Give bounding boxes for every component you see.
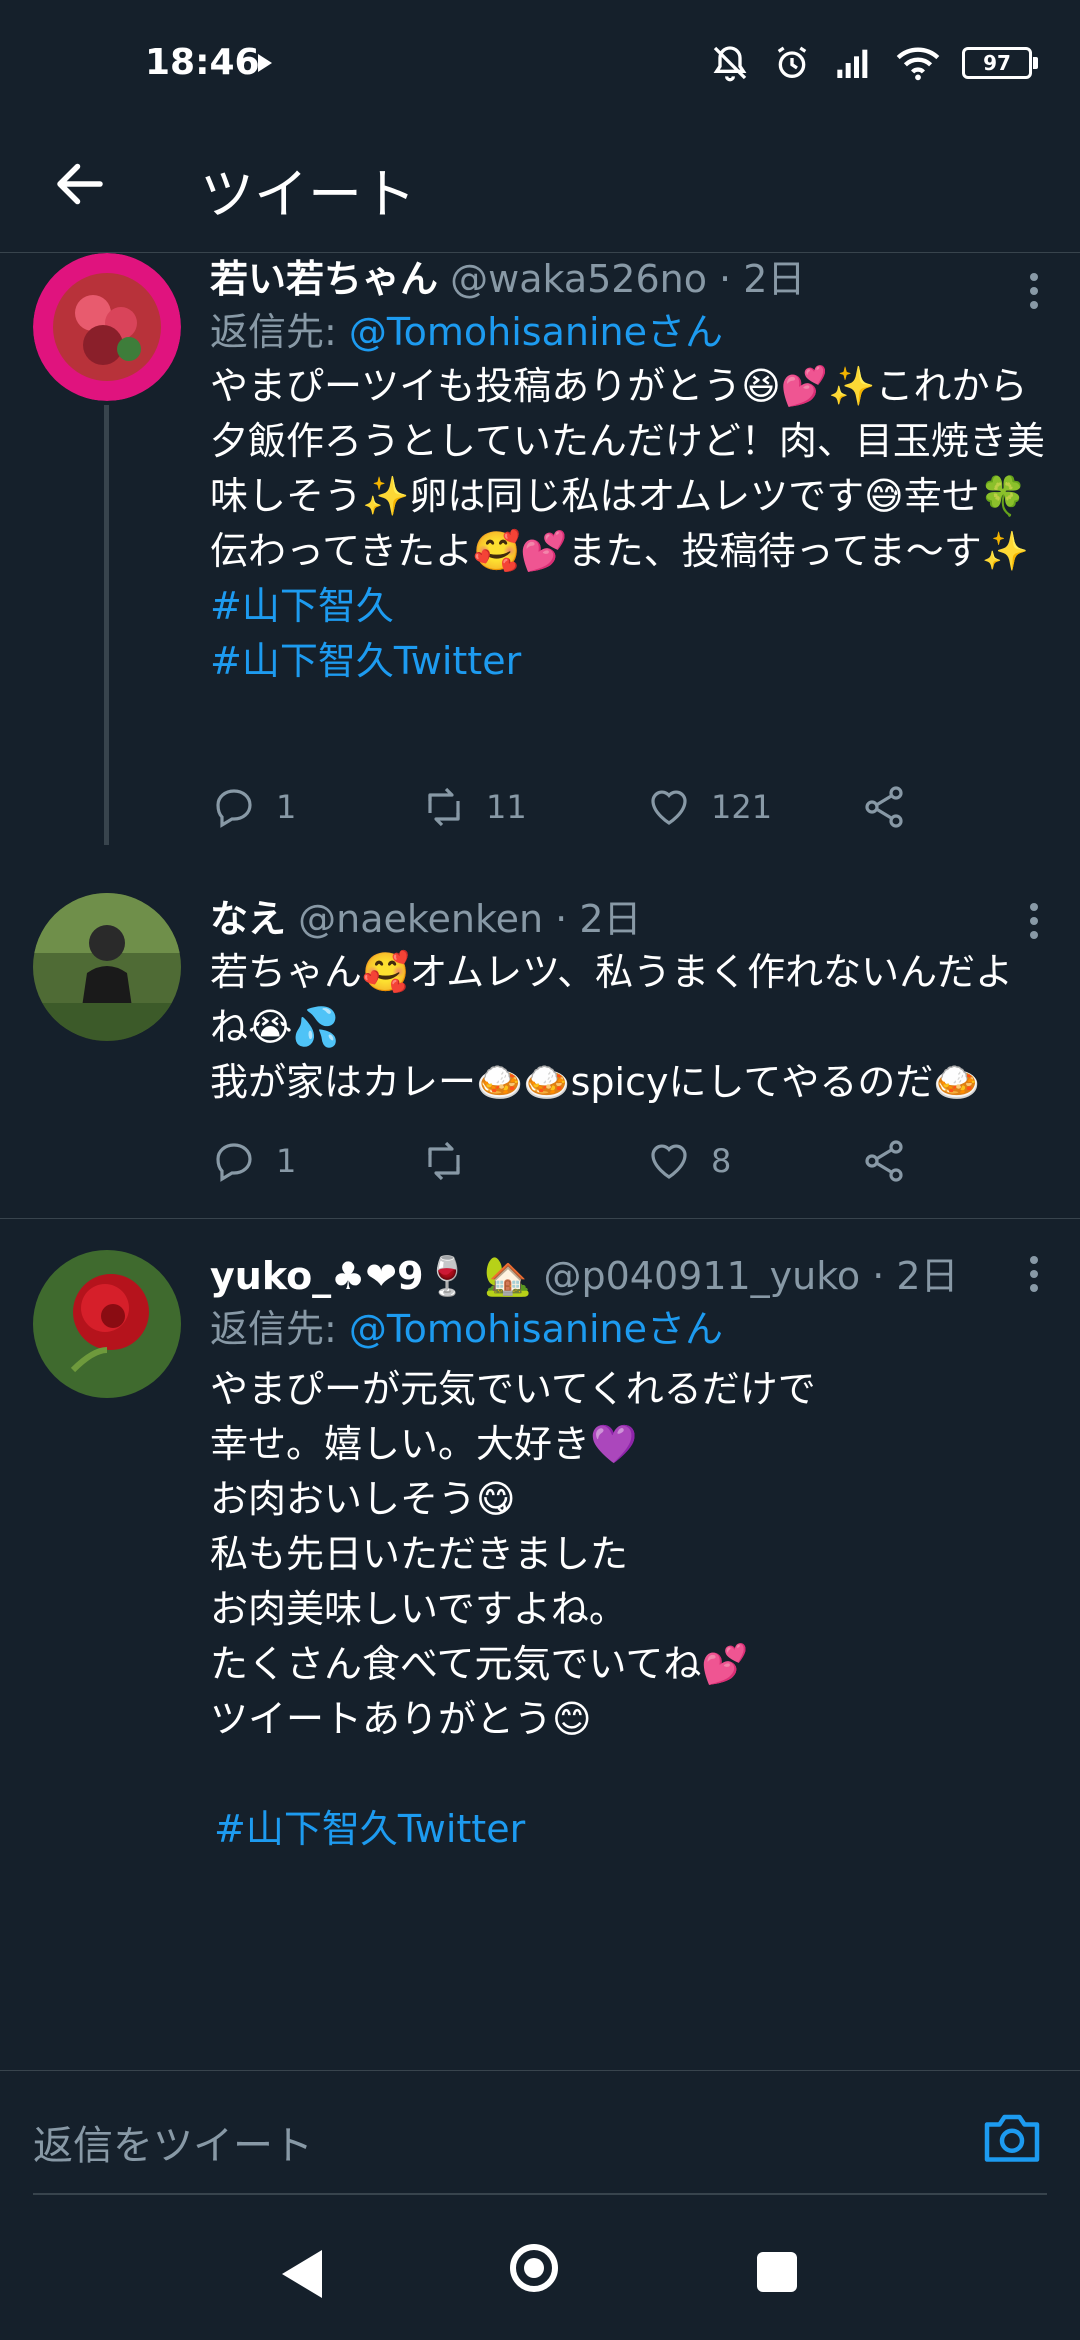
share-action[interactable] bbox=[860, 783, 908, 831]
like-action[interactable]: 121 bbox=[645, 783, 772, 831]
retweet-icon bbox=[428, 787, 460, 827]
reply-action[interactable]: 1 bbox=[210, 1137, 296, 1185]
hashtag[interactable]: #山下智久Twitter bbox=[210, 1802, 1050, 1857]
thread-connector bbox=[104, 405, 109, 845]
hashtag[interactable]: #山下智久 bbox=[210, 579, 1050, 634]
share-icon bbox=[865, 1140, 903, 1182]
reply-action[interactable]: 1 bbox=[210, 783, 296, 831]
avatar-image bbox=[33, 893, 181, 1041]
share-icon bbox=[865, 786, 903, 828]
tweet-actions: 1 8 bbox=[210, 1137, 930, 1197]
heart-icon bbox=[651, 790, 687, 825]
nav-recents-icon[interactable] bbox=[757, 2252, 797, 2292]
tweet-header: yuko_♣❤9🍷 🏡 @p040911_yuko · 2日 bbox=[210, 1250, 1050, 1302]
alarm-icon bbox=[777, 46, 807, 78]
tweet-text: 若ちゃん🥰オムレツ、私うまく作れないんだよね😭💦 我が家はカレー🍛🍛spicyに… bbox=[210, 950, 1014, 1104]
reply-composer: 返信をツイート bbox=[0, 2070, 1080, 2201]
like-count: 8 bbox=[711, 1142, 732, 1180]
handle-time: @waka526no · 2日 bbox=[450, 257, 806, 301]
tweet-header: なえ @naekenken · 2日 bbox=[210, 893, 1050, 945]
tweet-thread[interactable]: 若い若ちゃん @waka526no · 2日 返信先: @Tomohisanin… bbox=[0, 253, 1080, 2070]
avatar[interactable] bbox=[33, 893, 181, 1041]
reply-icon bbox=[216, 789, 252, 828]
share-action[interactable] bbox=[860, 1137, 908, 1185]
tweet-header: 若い若ちゃん @waka526no · 2日 bbox=[210, 253, 1050, 305]
battery-indicator: 97 bbox=[962, 47, 1038, 79]
retweet-action[interactable]: 11 bbox=[420, 783, 527, 831]
retweet-action[interactable] bbox=[420, 1137, 486, 1185]
reply-to-label: 返信先: bbox=[210, 310, 349, 354]
avatar-image bbox=[33, 1250, 181, 1398]
signal-icon bbox=[837, 49, 868, 78]
tweet-divider bbox=[0, 1218, 1080, 1219]
like-action[interactable]: 8 bbox=[645, 1137, 731, 1185]
top-app-bar: ツイート bbox=[0, 120, 1080, 253]
reply-input-underline bbox=[33, 2193, 1047, 2195]
retweet-count: 11 bbox=[486, 788, 527, 826]
handle-time: @p040911_yuko · 2日 bbox=[543, 1254, 959, 1298]
retweet-icon bbox=[428, 1141, 460, 1181]
tweet-text: やまぴーツイも投稿ありがとう😆💕✨これから夕飯作ろうとしていたんだけど！肉、目玉… bbox=[210, 364, 1045, 573]
tweet-actions: 1 11 121 bbox=[210, 783, 930, 843]
display-name[interactable]: なえ bbox=[210, 897, 286, 941]
avatar-image bbox=[33, 253, 181, 401]
reply-input[interactable]: 返信をツイート bbox=[33, 2113, 313, 2171]
nav-home-icon[interactable] bbox=[510, 2244, 558, 2292]
status-bar: 18:46 97 bbox=[0, 0, 1080, 120]
camera-icon[interactable] bbox=[982, 2109, 1042, 2165]
reply-to-mention[interactable]: @Tomohisanineさん bbox=[349, 310, 723, 354]
page-title: ツイート bbox=[200, 163, 416, 226]
reply-count: 1 bbox=[276, 1142, 297, 1180]
system-nav-bar bbox=[0, 2200, 1080, 2340]
hashtag[interactable]: #山下智久Twitter bbox=[210, 634, 1050, 689]
reply-to-label: 返信先: bbox=[210, 1307, 349, 1351]
avatar[interactable] bbox=[33, 253, 181, 401]
reply-to-line: 返信先: @Tomohisanineさん bbox=[210, 1302, 1050, 1356]
reply-to-line: 返信先: @Tomohisanineさん bbox=[210, 305, 1050, 359]
play-icon bbox=[258, 54, 272, 72]
tweet-text: やまぴーが元気でいてくれるだけで 幸せ。嬉しい。大好き💜 お肉おいしそう😋 私も… bbox=[210, 1367, 816, 1741]
like-count: 121 bbox=[711, 788, 773, 826]
reply-icon bbox=[216, 1143, 252, 1182]
mute-notification-icon bbox=[713, 46, 747, 82]
heart-icon bbox=[651, 1144, 687, 1179]
display-name[interactable]: 若い若ちゃん bbox=[210, 257, 438, 301]
status-time: 18:46 bbox=[145, 42, 260, 83]
back-arrow-icon[interactable] bbox=[50, 154, 110, 214]
nav-back-icon[interactable] bbox=[282, 2250, 322, 2298]
reply-to-mention[interactable]: @Tomohisanineさん bbox=[349, 1307, 723, 1351]
handle-time: @naekenken · 2日 bbox=[298, 897, 642, 941]
avatar[interactable] bbox=[33, 1250, 181, 1398]
wifi-icon bbox=[896, 47, 940, 81]
reply-count: 1 bbox=[276, 788, 297, 826]
display-name[interactable]: yuko_♣❤9🍷 🏡 bbox=[210, 1254, 531, 1298]
status-icons: 97 bbox=[710, 38, 1038, 88]
